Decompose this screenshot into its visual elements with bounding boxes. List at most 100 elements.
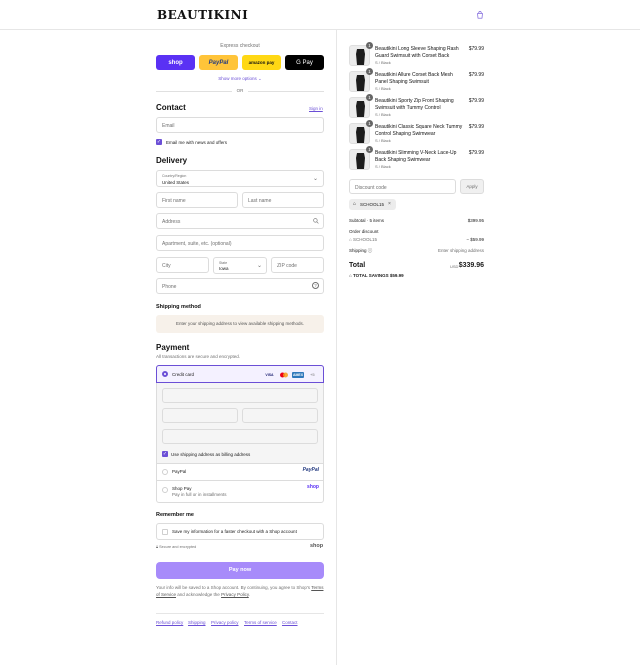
shop-pay-button[interactable]: shop xyxy=(156,55,195,70)
terms-of-service-link[interactable]: Terms of service xyxy=(244,620,277,625)
brand-logo[interactable]: BEAUTIKINI xyxy=(157,8,248,22)
google-pay-button[interactable]: G Pay xyxy=(285,55,324,70)
zip-placeholder: ZIP code xyxy=(277,263,297,269)
country-select[interactable]: Country/Region United States ⌄ xyxy=(156,170,324,187)
email-field[interactable]: Email xyxy=(156,117,324,133)
item-variant: S / Black xyxy=(375,60,391,65)
shop-pay-option-label: Shop Pay xyxy=(172,486,192,491)
last-name-field[interactable]: Last name xyxy=(242,192,324,208)
address-placeholder: Address xyxy=(162,219,181,225)
privacy-policy-link[interactable]: Privacy policy xyxy=(211,620,239,625)
billing-label: Use shipping address as billing address xyxy=(171,452,251,457)
news-label: Email me with news and offers xyxy=(166,140,227,145)
item-price: $79.99 xyxy=(468,150,484,156)
payment-title: Payment xyxy=(156,343,190,352)
express-title: Express checkout xyxy=(220,43,260,49)
zip-field[interactable]: ZIP code xyxy=(271,257,324,273)
refund-policy-link[interactable]: Refund policy xyxy=(156,620,183,625)
discount-code-field[interactable]: Discount code xyxy=(349,179,456,194)
help-icon[interactable]: ⓘ xyxy=(368,248,373,253)
visa-text: VISA xyxy=(265,373,274,377)
credit-card-option[interactable]: Credit card VISA AMEX +5 xyxy=(156,365,324,383)
item-title: Beautikini Sporty Zip Front Shaping Swim… xyxy=(375,98,454,111)
city-placeholder: City xyxy=(162,263,171,269)
apply-button[interactable]: Apply xyxy=(460,179,484,194)
item-price: $79.99 xyxy=(468,46,484,52)
shop-pay-label: shop xyxy=(168,59,183,66)
phone-field[interactable]: Phone ? xyxy=(156,278,324,294)
help-icon[interactable]: ? xyxy=(312,282,319,289)
tag-icon: ⌂ xyxy=(349,237,352,242)
paypal-logo: PayPal xyxy=(302,467,319,473)
legal-intro: Your info will be saved to a Shop accoun… xyxy=(156,585,311,590)
apartment-placeholder: Apartment, suite, etc. (optional) xyxy=(162,241,232,247)
name-on-card-field[interactable] xyxy=(162,429,318,444)
secure-note: 🔒︎ Secure and encrypted xyxy=(156,545,196,549)
delivery-title: Delivery xyxy=(156,156,188,165)
item-title: Beautikini Slimming V-Neck Lace-Up Back … xyxy=(375,150,457,163)
shopping-bag-icon[interactable] xyxy=(476,11,484,19)
total-label: Total xyxy=(349,262,366,269)
legal-end: . xyxy=(248,592,251,597)
card-number-field[interactable] xyxy=(162,388,318,403)
column-divider xyxy=(336,30,337,665)
paypal-radio[interactable] xyxy=(162,469,168,475)
pay-now-button[interactable]: Pay now xyxy=(156,562,324,579)
shipping-summary-value: Enter shipping address xyxy=(437,248,484,253)
quantity-badge: 1 xyxy=(366,68,373,75)
contact-link[interactable]: Contact xyxy=(282,620,298,625)
first-name-field[interactable]: First name xyxy=(156,192,238,208)
remember-title: Remember me xyxy=(156,512,194,518)
applied-code: ⌂ SCHOOL15 xyxy=(349,237,377,242)
apartment-field[interactable]: Apartment, suite, etc. (optional) xyxy=(156,235,324,251)
shipping-link[interactable]: Shipping xyxy=(188,620,206,625)
email-placeholder: Email xyxy=(162,123,175,129)
billing-checkbox[interactable]: ✓ xyxy=(162,451,168,457)
shipping-summary-text: Shipping xyxy=(349,248,367,253)
news-checkbox[interactable]: ✓ xyxy=(156,139,162,145)
address-field[interactable]: Address xyxy=(156,213,324,229)
sign-in-link[interactable]: Sign in xyxy=(309,106,323,111)
remember-option[interactable]: Save my information for a faster checkou… xyxy=(156,523,324,540)
remove-discount-icon[interactable]: × xyxy=(388,201,391,207)
paypal-button[interactable]: PayPal xyxy=(199,55,238,70)
chevron-down-icon: ⌄ xyxy=(256,263,262,269)
total-value: $339.96 xyxy=(458,262,484,269)
country-value: United States xyxy=(162,180,190,185)
mastercard-icon xyxy=(278,372,289,378)
discount-placeholder: Discount code xyxy=(355,185,387,191)
remember-label: Save my information for a faster checkou… xyxy=(172,529,297,534)
shop-pay-logo: shop xyxy=(307,484,319,490)
paypal-label: PayPal xyxy=(208,59,229,66)
subtotal-label: Subtotal · 5 items xyxy=(349,218,385,223)
quantity-badge: 1 xyxy=(366,42,373,49)
secure-text: Secure and encrypted xyxy=(159,545,197,549)
shop-pay-radio[interactable] xyxy=(162,487,168,493)
phone-placeholder: Phone xyxy=(162,284,177,290)
paypal-option-label: PayPal xyxy=(172,469,187,474)
amazon-pay-button[interactable]: amazon pay xyxy=(242,55,281,70)
item-price: $79.99 xyxy=(468,124,484,130)
state-value: Iowa xyxy=(219,266,229,271)
credit-card-radio[interactable] xyxy=(162,371,168,377)
expiry-field[interactable] xyxy=(162,408,238,423)
quantity-badge: 1 xyxy=(366,146,373,153)
security-code-field[interactable] xyxy=(242,408,318,423)
search-icon xyxy=(313,218,319,224)
privacy-link[interactable]: Privacy Policy xyxy=(221,592,249,597)
quantity-badge: 1 xyxy=(366,94,373,101)
show-more-options-link[interactable]: Show more options ⌄ xyxy=(156,76,324,82)
or-label: OR xyxy=(236,88,244,93)
or-divider-right xyxy=(248,91,324,92)
state-select[interactable]: State Iowa ⌄ xyxy=(213,257,267,274)
shipping-summary-label: Shipping ⓘ xyxy=(349,248,372,254)
paypal-option[interactable]: PayPal PayPal xyxy=(157,463,323,480)
shop-logo: shop xyxy=(310,543,324,549)
total-savings: ⌂ TOTAL SAVINGS $59.99 xyxy=(349,273,404,278)
shop-pay-option[interactable]: Shop Pay Pay in full or in installments … xyxy=(157,480,323,502)
google-pay-label: G Pay xyxy=(296,59,313,66)
order-discount-label: Order discount xyxy=(349,229,379,234)
remember-checkbox[interactable] xyxy=(162,529,168,535)
city-field[interactable]: City xyxy=(156,257,209,273)
quantity-badge: 1 xyxy=(366,120,373,127)
